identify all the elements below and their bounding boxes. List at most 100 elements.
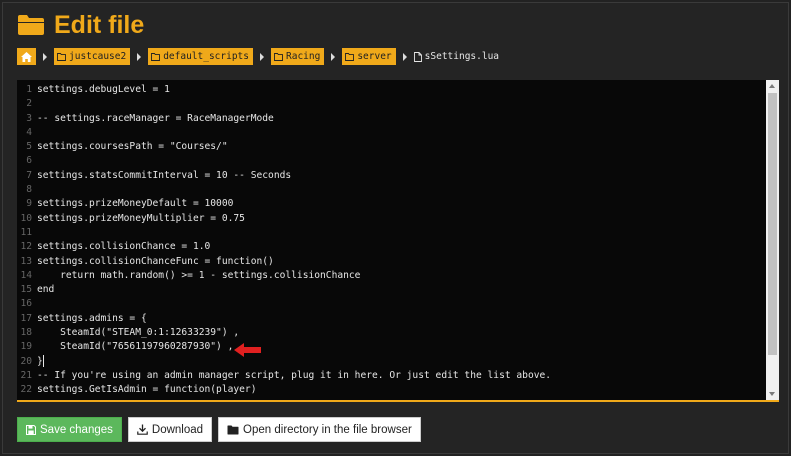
breadcrumb-separator-icon [137, 52, 142, 61]
code-line[interactable]: 15 end [17, 283, 765, 297]
download-icon [137, 424, 148, 435]
folder-open-icon [18, 15, 44, 35]
code-line[interactable]: 20} [17, 354, 765, 369]
save-changes-button[interactable]: Save changes [17, 417, 122, 442]
breadcrumb-separator-icon [260, 52, 264, 61]
line-text[interactable]: settings.statsCommitInterval = 10 -- Sec… [37, 169, 291, 183]
folder-icon [345, 52, 355, 61]
line-number: 4 [26, 126, 32, 138]
breadcrumb-home[interactable] [17, 48, 36, 65]
line-number: 16 [20, 298, 32, 310]
code-line[interactable]: 3 -- settings.raceManager = RaceManagerMo… [17, 112, 765, 126]
line-text[interactable]: -- settings.raceManager = RaceManagerMod… [37, 112, 274, 126]
breadcrumb-current-label: sSettings.lua [424, 51, 500, 62]
line-text[interactable]: settings.collisionChanceFunc = function(… [37, 255, 274, 269]
breadcrumb-separator-icon [43, 52, 47, 61]
breadcrumb-folder-label: server [357, 51, 392, 62]
line-text[interactable]: settings.collisionChance = 1.0 [37, 240, 210, 254]
folder-icon [274, 52, 283, 61]
code-line[interactable]: 5 settings.coursesPath = "Courses/" [17, 140, 765, 154]
download-button[interactable]: Download [127, 417, 213, 442]
line-text[interactable]: end [37, 283, 54, 297]
text-cursor [42, 354, 44, 367]
line-text[interactable]: settings.prizeMoneyMultiplier = 0.75 [37, 212, 245, 226]
line-number: 17 [20, 312, 32, 324]
code-line[interactable]: 22 settings.GetIsAdmin = function(player) [17, 383, 765, 397]
file-icon [413, 51, 422, 62]
line-text[interactable]: -- If you're using an admin manager scri… [37, 369, 551, 383]
code-line[interactable]: 19 SteamId("76561197960287930") , [17, 340, 765, 354]
code-line[interactable]: 8 [17, 183, 765, 197]
home-icon [21, 51, 32, 62]
red-arrow-annotation-icon [234, 343, 261, 357]
breadcrumb-folder-label: default_scripts [163, 51, 249, 62]
line-number: 14 [20, 269, 32, 281]
code-line[interactable]: 6 [17, 154, 765, 168]
code-line[interactable]: 21 -- If you're using an admin manager sc… [17, 369, 765, 383]
line-text[interactable]: return math.random() >= 1 - settings.col… [37, 269, 360, 283]
line-number: 7 [26, 169, 32, 181]
open-directory-button[interactable]: Open directory in the file browser [218, 417, 421, 442]
code-line[interactable]: 12 settings.collisionChance = 1.0 [17, 240, 765, 254]
breadcrumb-folder-justcause2[interactable]: justcause2 [54, 48, 131, 65]
breadcrumb-separator-icon [402, 52, 407, 61]
line-number: 19 [20, 341, 32, 353]
scroll-down-icon[interactable] [769, 392, 775, 396]
folder-icon [57, 52, 66, 61]
line-number: 10 [20, 212, 32, 224]
line-number: 3 [26, 112, 32, 124]
line-number: 2 [26, 98, 32, 110]
scroll-up-icon[interactable] [769, 84, 775, 88]
line-text[interactable]: settings.prizeMoneyDefault = 10000 [37, 197, 233, 211]
page-title: Edit file [54, 11, 145, 39]
code-line[interactable]: 14 return math.random() >= 1 - settings.… [17, 269, 765, 283]
code-line[interactable]: 9 settings.prizeMoneyDefault = 10000 [17, 197, 765, 211]
page-frame: Edit file justcause2 default_scripts Rac… [2, 2, 789, 454]
line-number: 9 [26, 198, 32, 210]
line-text[interactable]: settings.admins = { [37, 312, 147, 326]
code-line[interactable]: 17 settings.admins = { [17, 312, 765, 326]
code-line[interactable]: 7 settings.statsCommitInterval = 10 -- Se… [17, 169, 765, 183]
line-number: 1 [26, 84, 32, 95]
line-text[interactable]: settings.debugLevel = 1 [37, 83, 170, 97]
line-number: 12 [20, 241, 32, 253]
code-line[interactable]: 18 SteamId("STEAM_0:1:12633239") , [17, 326, 765, 340]
code-line[interactable]: 2 [17, 97, 765, 111]
line-text[interactable]: settings.GetIsAdmin = function(player) [37, 383, 257, 397]
download-label: Download [151, 423, 204, 436]
page-header: Edit file [17, 10, 144, 40]
line-number: 8 [26, 184, 32, 196]
line-number: 11 [20, 226, 32, 238]
breadcrumb-folder-default-scripts[interactable]: default_scripts [148, 48, 253, 65]
line-number: 6 [26, 155, 32, 167]
line-number: 20 [20, 355, 32, 367]
open-directory-label: Open directory in the file browser [243, 423, 412, 436]
breadcrumb-separator-icon [331, 52, 336, 61]
line-text[interactable]: SteamId("STEAM_0:1:12633239") , [37, 326, 239, 340]
breadcrumb-folder-server[interactable]: server [342, 48, 396, 65]
folder-icon [227, 425, 239, 434]
code-lines[interactable]: 1 settings.debugLevel = 1 2 3 -- settings.ra… [17, 83, 765, 398]
breadcrumb-folder-racing[interactable]: Racing [271, 48, 325, 65]
line-number: 5 [26, 141, 32, 153]
scrollbar-thumb[interactable] [768, 93, 777, 355]
code-editor[interactable]: 1 settings.debugLevel = 1 2 3 -- settings.ra… [17, 80, 779, 402]
breadcrumb-folder-label: Racing [286, 51, 321, 62]
breadcrumb-folder-label: justcause2 [69, 51, 127, 62]
line-number: 15 [20, 284, 32, 296]
code-line[interactable]: 4 [17, 126, 765, 140]
save-icon [26, 424, 36, 435]
line-number: 21 [20, 369, 32, 381]
code-line[interactable]: 11 [17, 226, 765, 240]
save-changes-label: Save changes [40, 423, 113, 436]
line-number: 18 [20, 327, 32, 339]
code-line[interactable]: 13 settings.collisionChanceFunc = functio… [17, 255, 765, 269]
line-text[interactable]: SteamId("76561197960287930") , [37, 340, 233, 354]
editor-actions: Save changes Download Open directory in … [17, 417, 421, 442]
code-line[interactable]: 1 settings.debugLevel = 1 [17, 83, 765, 97]
code-line[interactable]: 16 [17, 297, 765, 311]
line-text[interactable]: settings.coursesPath = "Courses/" [37, 140, 228, 154]
editor-scrollbar[interactable] [766, 80, 779, 400]
line-number: 22 [20, 384, 32, 396]
code-line[interactable]: 10 settings.prizeMoneyMultiplier = 0.75 [17, 212, 765, 226]
